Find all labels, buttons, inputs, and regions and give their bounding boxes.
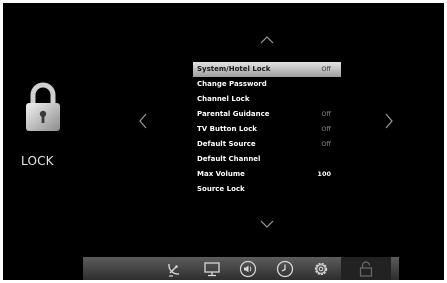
menu-item-value: Off <box>321 125 331 133</box>
next-menu-icon[interactable] <box>385 113 393 133</box>
menu-item-label: Default Channel <box>197 155 261 163</box>
menu-item-label: Change Password <box>197 80 267 88</box>
previous-menu-icon[interactable] <box>139 113 147 133</box>
satellite-dish-icon[interactable] <box>165 260 183 278</box>
scroll-down-icon[interactable] <box>260 213 274 232</box>
speaker-icon[interactable] <box>239 260 257 278</box>
menu-item-source-lock[interactable]: Source Lock <box>193 182 341 197</box>
menu-item-label: System/Hotel Lock <box>197 65 271 73</box>
section-title: LOCK <box>21 154 54 168</box>
tv-osd-screen: LOCK System/Hotel Lock Off Change Passwo… <box>3 3 444 280</box>
menu-item-system-hotel-lock[interactable]: System/Hotel Lock Off <box>193 62 341 77</box>
menu-item-value: Off <box>321 110 331 118</box>
category-bar <box>83 257 399 280</box>
menu-item-default-channel[interactable]: Default Channel <box>193 152 341 167</box>
menu-item-label: Channel Lock <box>197 95 250 103</box>
menu-item-label: Max Volume <box>197 170 245 178</box>
lock-icon <box>357 260 375 278</box>
gear-icon[interactable] <box>312 260 330 278</box>
menu-item-value: Off <box>321 65 331 73</box>
menu-item-parental-guidance[interactable]: Parental Guidance Off <box>193 107 341 122</box>
menu-item-label: Source Lock <box>197 185 245 193</box>
menu-item-tv-button-lock[interactable]: TV Button Lock Off <box>193 122 341 137</box>
scroll-up-icon[interactable] <box>260 29 274 48</box>
padlock-icon <box>25 81 61 133</box>
menu-item-value: Off <box>321 140 331 148</box>
menu-item-max-volume[interactable]: Max Volume 100 <box>193 167 341 182</box>
menu-item-change-password[interactable]: Change Password <box>193 77 341 92</box>
display-icon[interactable] <box>203 260 221 278</box>
lock-tab[interactable] <box>341 257 391 280</box>
menu-item-label: TV Button Lock <box>197 125 257 133</box>
lock-menu: System/Hotel Lock Off Change Password Ch… <box>193 62 341 197</box>
menu-item-label: Parental Guidance <box>197 110 270 118</box>
menu-item-default-source[interactable]: Default Source Off <box>193 137 341 152</box>
menu-item-channel-lock[interactable]: Channel Lock <box>193 92 341 107</box>
menu-item-label: Default Source <box>197 140 256 148</box>
clock-icon[interactable] <box>276 260 294 278</box>
menu-item-value: 100 <box>317 170 331 178</box>
